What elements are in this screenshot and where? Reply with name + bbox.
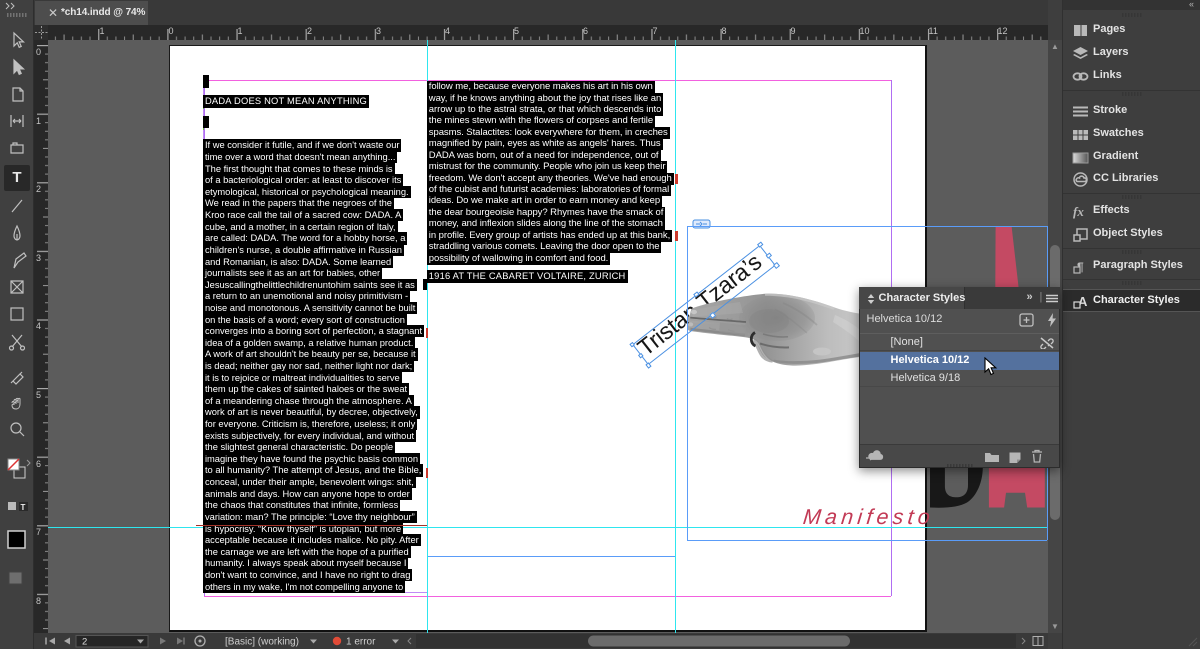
svg-text:2: 2: [82, 637, 87, 648]
svg-text:fx: fx: [1073, 204, 1084, 219]
svg-text:T: T: [21, 503, 26, 512]
svg-text:1 error: 1 error: [346, 637, 376, 648]
svg-text:[Basic] (working): [Basic] (working): [225, 637, 299, 648]
